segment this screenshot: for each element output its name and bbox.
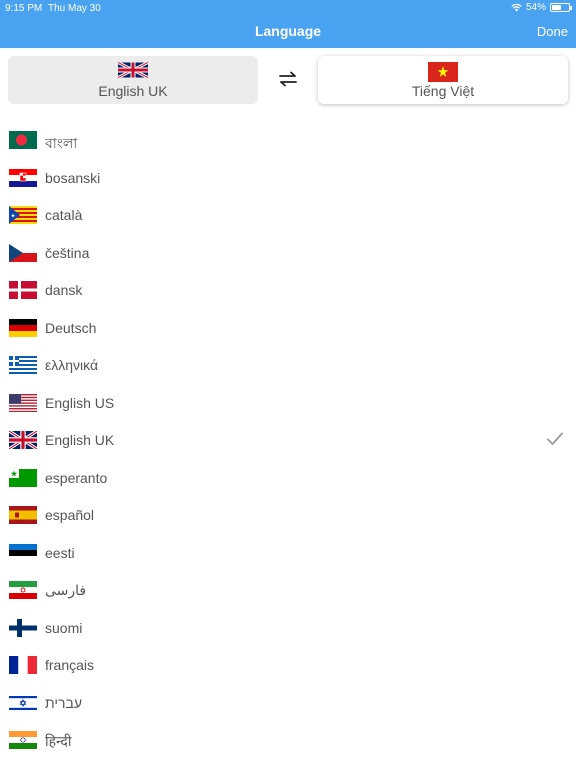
language-label: فارسی (45, 582, 87, 598)
language-label: esperanto (45, 469, 108, 486)
language-row[interactable]: English US (0, 384, 576, 422)
flag-il-icon (9, 693, 37, 712)
language-row[interactable]: فارسی (0, 571, 576, 609)
language-label: English US (45, 394, 115, 411)
page-title: Language (254, 23, 322, 39)
flag-hr-icon (9, 168, 37, 187)
language-label: हिन्दी (45, 733, 72, 749)
language-row[interactable]: esperanto (0, 459, 576, 497)
checkmark-icon (546, 431, 564, 452)
done-button[interactable]: Done (537, 24, 568, 39)
flag-uk-icon (9, 431, 37, 449)
status-bar: 9:15 PM Thu May 30 54% (0, 0, 576, 16)
flag-bd-icon (9, 131, 37, 149)
language-row[interactable]: català (0, 196, 576, 234)
status-date: Thu May 30 (48, 3, 101, 14)
battery-fill (552, 5, 561, 10)
language-row[interactable]: ελληνικά (0, 346, 576, 384)
language-row[interactable]: বাংলা (0, 121, 576, 159)
language-label: dansk (45, 282, 83, 298)
source-language-label: English UK (98, 83, 168, 99)
language-row[interactable]: हिन्दी (0, 721, 576, 759)
language-row[interactable]: English UK (0, 421, 576, 459)
battery-icon (550, 3, 572, 12)
status-time: 9:15 PM (5, 3, 43, 14)
language-row[interactable]: français (0, 646, 576, 684)
language-row[interactable]: čeština (0, 234, 576, 272)
language-row[interactable]: dansk (0, 271, 576, 309)
flag-cz-icon (9, 243, 37, 262)
language-label: suomi (45, 619, 83, 636)
flag-de-icon (9, 318, 37, 337)
language-row[interactable]: bosanski (0, 159, 576, 197)
language-row[interactable]: español (0, 496, 576, 534)
language-label: bosanski (45, 169, 101, 186)
source-language-button[interactable]: English UK (8, 56, 258, 104)
flag-es-icon (9, 506, 37, 524)
language-label: Deutsch (45, 319, 97, 336)
flag-gr-icon (9, 356, 37, 374)
flag-in-icon (9, 731, 37, 749)
language-row[interactable]: Deutsch (0, 309, 576, 347)
language-label: ελληνικά (45, 357, 99, 373)
flag-us-icon (9, 393, 37, 412)
battery-percent: 54% (525, 2, 546, 13)
language-label: English UK (45, 432, 115, 448)
language-label: català (45, 207, 83, 223)
language-list: বাংলা bosanski català čeština dansk Deutsch ελ… (0, 121, 576, 759)
flag-fr-icon (9, 656, 37, 674)
language-label: español (45, 507, 95, 523)
status-right: 54% (511, 2, 572, 13)
language-row[interactable]: eesti (0, 534, 576, 572)
language-row[interactable]: suomi (0, 609, 576, 647)
flag-ir-icon (9, 581, 37, 599)
target-language-label: Tiếng Việt (411, 83, 475, 99)
flag-ee-icon (9, 543, 37, 562)
swap-arrows-icon[interactable] (277, 70, 299, 88)
language-label: עברית (45, 694, 83, 711)
uk-flag-icon (118, 62, 148, 78)
vietnam-flag-icon (428, 62, 458, 82)
wifi-icon (511, 3, 522, 12)
language-label: eesti (45, 544, 75, 561)
language-label: français (45, 657, 95, 673)
language-row[interactable]: עברית (0, 684, 576, 722)
navigation-bar: 9:15 PM Thu May 30 54% Language Done (0, 0, 576, 48)
flag-dk-icon (9, 281, 37, 299)
flag-cat-icon (9, 206, 37, 224)
flag-fi-icon (9, 618, 37, 637)
flag-eo-icon (9, 468, 37, 487)
target-language-button[interactable]: Tiếng Việt (318, 56, 568, 104)
language-label: বাংলা (45, 135, 78, 151)
language-label: čeština (45, 244, 90, 261)
